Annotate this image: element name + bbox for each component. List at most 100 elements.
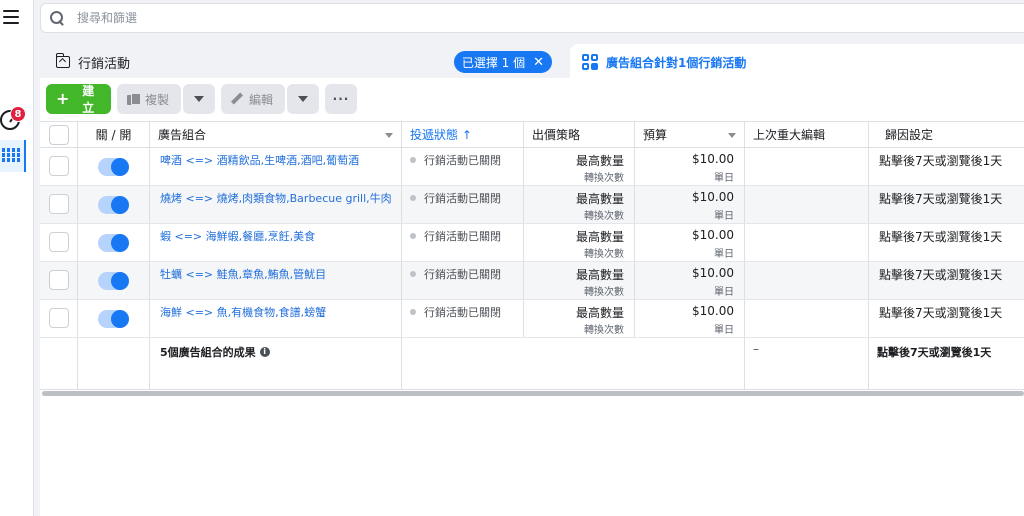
horizontal-scrollbar[interactable] bbox=[42, 391, 1024, 396]
ad-set-name-link[interactable]: 蝦 <=> 海鮮蝦,餐廳,烹飪,美食 bbox=[160, 228, 315, 244]
row-checkbox[interactable] bbox=[49, 194, 69, 214]
ad-set-name-link[interactable]: 海鮮 <=> 魚,有機食物,食譜,螃蟹 bbox=[160, 304, 326, 320]
table-row[interactable]: 燒烤 <=> 燒烤,肉類食物,Barbecue grill,牛肉 行銷活動已關閉 最… bbox=[40, 186, 1024, 224]
row-last-edit-cell bbox=[745, 300, 869, 337]
budget-value[interactable]: $10.00 bbox=[692, 190, 734, 204]
row-bid-cell: 最高數量 轉換次數 bbox=[524, 224, 635, 261]
tab-ad-sets-label: 廣告組合針對1個行銷活動 bbox=[606, 55, 747, 70]
row-budget-cell: $10.00 單日 bbox=[635, 224, 745, 261]
row-checkbox[interactable] bbox=[49, 232, 69, 252]
status-dot-icon bbox=[410, 195, 416, 201]
sort-caret-icon bbox=[728, 133, 736, 138]
ad-set-name-link[interactable]: 燒烤 <=> 燒烤,肉類食物,Barbecue grill,牛肉 bbox=[160, 190, 392, 206]
on-off-toggle[interactable] bbox=[98, 158, 129, 176]
row-budget-cell: $10.00 單日 bbox=[635, 262, 745, 299]
header-bid-strategy[interactable]: 出價策略 bbox=[524, 122, 635, 147]
row-checkbox-cell bbox=[40, 186, 78, 223]
search-bar bbox=[40, 3, 1024, 33]
budget-value[interactable]: $10.00 bbox=[692, 304, 734, 318]
header-budget[interactable]: 預算 bbox=[635, 122, 745, 147]
row-checkbox[interactable] bbox=[49, 308, 69, 328]
bid-strategy-sub: 轉換次數 bbox=[584, 211, 624, 222]
on-off-toggle[interactable] bbox=[98, 196, 129, 214]
select-all-checkbox[interactable] bbox=[49, 125, 69, 145]
row-checkbox-cell bbox=[40, 262, 78, 299]
on-off-toggle[interactable] bbox=[98, 272, 129, 290]
row-checkbox[interactable] bbox=[49, 156, 69, 176]
duplicate-dropdown-button[interactable] bbox=[183, 84, 215, 114]
attribution-setting: 點擊後7天或瀏覽後1天 bbox=[879, 192, 1003, 206]
budget-value[interactable]: $10.00 bbox=[692, 228, 734, 242]
edit-button[interactable]: 編輯 bbox=[221, 84, 285, 114]
budget-value[interactable]: $10.00 bbox=[692, 152, 734, 166]
tab-ad-sets[interactable]: 廣告組合針對1個行銷活動 bbox=[570, 44, 1024, 80]
summary-empty-cell bbox=[40, 338, 78, 389]
table-row[interactable]: 牡蠣 <=> 鮭魚,章魚,鮪魚,管魷目 行銷活動已關閉 最高數量 轉換次數 $10.00… bbox=[40, 262, 1024, 300]
ad-set-name-link[interactable]: 啤酒 <=> 酒精飲品,生啤酒,酒吧,葡萄酒 bbox=[160, 152, 359, 168]
bid-strategy: 最高數量 bbox=[575, 192, 624, 206]
header-attribution[interactable]: 歸因設定 bbox=[869, 122, 1024, 147]
selected-filter-chip[interactable]: 已選擇 1 個 ✕ bbox=[453, 51, 552, 73]
copy-icon bbox=[127, 93, 141, 105]
summary-row: 5個廣告組合的成果 i – 點擊後7天或瀏覽後1天 bbox=[40, 338, 1024, 390]
row-status-cell: 行銷活動已關閉 bbox=[402, 224, 524, 261]
more-options-button[interactable]: ··· bbox=[325, 84, 357, 114]
row-bid-cell: 最高數量轉換次數 bbox=[524, 186, 635, 223]
info-icon[interactable]: i bbox=[259, 347, 270, 357]
header-name[interactable]: 廣告組合 bbox=[150, 122, 402, 147]
plus-icon: + bbox=[56, 89, 70, 108]
header-delivery-status[interactable]: 投遞狀態 ↑ bbox=[402, 122, 524, 147]
on-off-toggle[interactable] bbox=[98, 234, 129, 252]
budget-period: 單日 bbox=[714, 325, 734, 336]
create-button[interactable]: + 建立 bbox=[46, 84, 111, 115]
row-toggle-cell bbox=[78, 148, 150, 185]
row-toggle-cell bbox=[78, 300, 150, 337]
attribution-setting: 點擊後7天或瀏覽後1天 bbox=[879, 306, 1003, 320]
row-bid-cell: 最高數量 轉換次數 bbox=[524, 300, 635, 337]
tab-campaigns-label: 行銷活動 bbox=[78, 56, 131, 72]
toolbar: + 建立 複製 編輯 ··· bbox=[46, 84, 357, 115]
search-icon bbox=[49, 10, 65, 26]
row-last-edit-cell bbox=[745, 186, 869, 223]
row-name-cell: 牡蠣 <=> 鮭魚,章魚,鮪魚,管魷目 bbox=[150, 262, 402, 299]
caret-down-icon bbox=[194, 96, 204, 102]
row-last-edit-cell bbox=[745, 224, 869, 261]
folder-icon bbox=[55, 53, 70, 68]
menu-icon[interactable] bbox=[3, 10, 19, 24]
duplicate-button[interactable]: 複製 bbox=[117, 84, 181, 114]
row-toggle-cell bbox=[78, 262, 150, 299]
row-bid-cell: 最高數量 轉換次數 bbox=[524, 148, 635, 185]
table-row[interactable]: 啤酒 <=> 酒精飲品,生啤酒,酒吧,葡萄酒 行銷活動已關閉 最高數量 轉換次數 $10… bbox=[40, 148, 1024, 186]
row-name-cell: 啤酒 <=> 酒精飲品,生啤酒,酒吧,葡萄酒 bbox=[150, 148, 402, 185]
bid-strategy: 最高數量 bbox=[575, 230, 624, 244]
row-checkbox-cell bbox=[40, 224, 78, 261]
edit-dropdown-button[interactable] bbox=[287, 84, 319, 114]
budget-period: 單日 bbox=[714, 249, 734, 260]
attribution-setting: 點擊後7天或瀏覽後1天 bbox=[879, 230, 1003, 244]
tab-campaigns[interactable]: 行銷活動 已選擇 1 個 ✕ bbox=[44, 44, 564, 80]
bid-strategy-sub: 轉換次數 bbox=[584, 325, 624, 336]
table-row[interactable]: 蝦 <=> 海鮮蝦,餐廳,烹飪,美食 行銷活動已關閉 最高數量 轉換次數 $10.00 單… bbox=[40, 224, 1024, 262]
header-toggle[interactable]: 關 / 開 bbox=[78, 122, 150, 147]
header-last-edit[interactable]: 上次重大編輯 bbox=[745, 122, 869, 147]
on-off-toggle[interactable] bbox=[98, 310, 129, 328]
row-status-cell: 行銷活動已關閉 bbox=[402, 300, 524, 337]
row-last-edit-cell bbox=[745, 148, 869, 185]
row-last-edit-cell bbox=[745, 262, 869, 299]
summary-empty-cell bbox=[402, 338, 745, 389]
close-icon[interactable]: ✕ bbox=[533, 56, 544, 69]
table-row[interactable]: 海鮮 <=> 魚,有機食物,食譜,螃蟹 行銷活動已關閉 最高數量 轉換次數 $10.00… bbox=[40, 300, 1024, 338]
budget-value[interactable]: $10.00 bbox=[692, 266, 734, 280]
ad-sets-panel: + 建立 複製 編輯 ··· 關 / 開 廣告組合 投遞狀態 ↑ 出價策略 預算… bbox=[40, 78, 1024, 516]
ad-sets-table: 關 / 開 廣告組合 投遞狀態 ↑ 出價策略 預算 上次重大編輯 歸因設定 啤酒… bbox=[40, 121, 1024, 390]
row-checkbox[interactable] bbox=[49, 270, 69, 290]
left-nav-rail: 8 bbox=[0, 0, 34, 516]
row-bid-cell: 最高數量 轉換次數 bbox=[524, 262, 635, 299]
delivery-status: 行銷活動已關閉 bbox=[424, 306, 501, 319]
status-dot-icon bbox=[410, 309, 416, 315]
ad-set-name-link[interactable]: 牡蠣 <=> 鮭魚,章魚,鮪魚,管魷目 bbox=[160, 266, 326, 282]
delivery-status: 行銷活動已關閉 bbox=[424, 154, 501, 167]
search-input[interactable] bbox=[77, 11, 477, 25]
table-header: 關 / 開 廣告組合 投遞狀態 ↑ 出價策略 預算 上次重大編輯 歸因設定 bbox=[40, 121, 1024, 148]
notification-badge: 8 bbox=[10, 106, 26, 122]
